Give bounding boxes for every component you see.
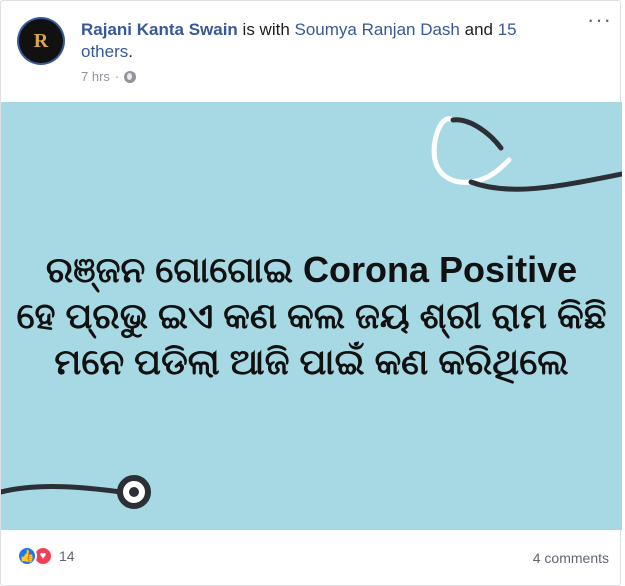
- post-text-line: ହେ ପ୍ରଭୁ ଇଏ କଣ କଲ ଜୟ ଶ୍ରୀ ରାମ କିଛି: [16, 295, 607, 336]
- globe-icon[interactable]: [124, 70, 137, 83]
- post-image[interactable]: ରଞ୍ଜନ ଗୋଗୋଇ Corona Positive ହେ ପ୍ରଭୁ ଇଏ …: [1, 102, 622, 530]
- more-options-button[interactable]: ···: [587, 9, 612, 31]
- dot-separator: ·: [114, 69, 120, 84]
- post-meta: 7 hrs ·: [81, 69, 137, 84]
- avatar[interactable]: R: [19, 19, 63, 63]
- tagged-person-link[interactable]: Soumya Ranjan Dash: [295, 20, 460, 39]
- comments-count-link[interactable]: 4 comments: [533, 550, 609, 566]
- period-text: .: [128, 42, 133, 61]
- post-text: ରଞ୍ଜନ ଗୋଗୋଇ Corona Positive ହେ ପ୍ରଭୁ ଇଏ …: [1, 247, 622, 385]
- post-header: R Rajani Kanta Swain is with Soumya Ranj…: [1, 1, 620, 101]
- post-footer: 👍 ♥ 14 4 comments: [1, 530, 622, 586]
- feed-post: R Rajani Kanta Swain is with Soumya Ranj…: [0, 0, 622, 586]
- author-name-link[interactable]: Rajani Kanta Swain: [81, 20, 238, 39]
- avatar-logo: R: [33, 29, 49, 52]
- reaction-count: 14: [59, 548, 75, 564]
- author-line: Rajani Kanta Swain is with Soumya Ranjan…: [81, 19, 541, 63]
- and-text: and: [459, 20, 498, 39]
- reactions-summary[interactable]: 👍 ♥ 14: [17, 546, 75, 566]
- post-text-line: ମନେ ପଡିଲା ଆଜି ପାଇଁ କଣ କରିଥିଲେ: [54, 341, 569, 382]
- with-text: is with: [237, 20, 295, 39]
- post-text-line: ରଞ୍ଜନ ଗୋଗୋଇ Corona Positive: [45, 249, 578, 290]
- more-icon: ···: [587, 7, 612, 32]
- timestamp-link[interactable]: 7 hrs: [81, 69, 110, 84]
- like-icon: 👍: [17, 546, 37, 566]
